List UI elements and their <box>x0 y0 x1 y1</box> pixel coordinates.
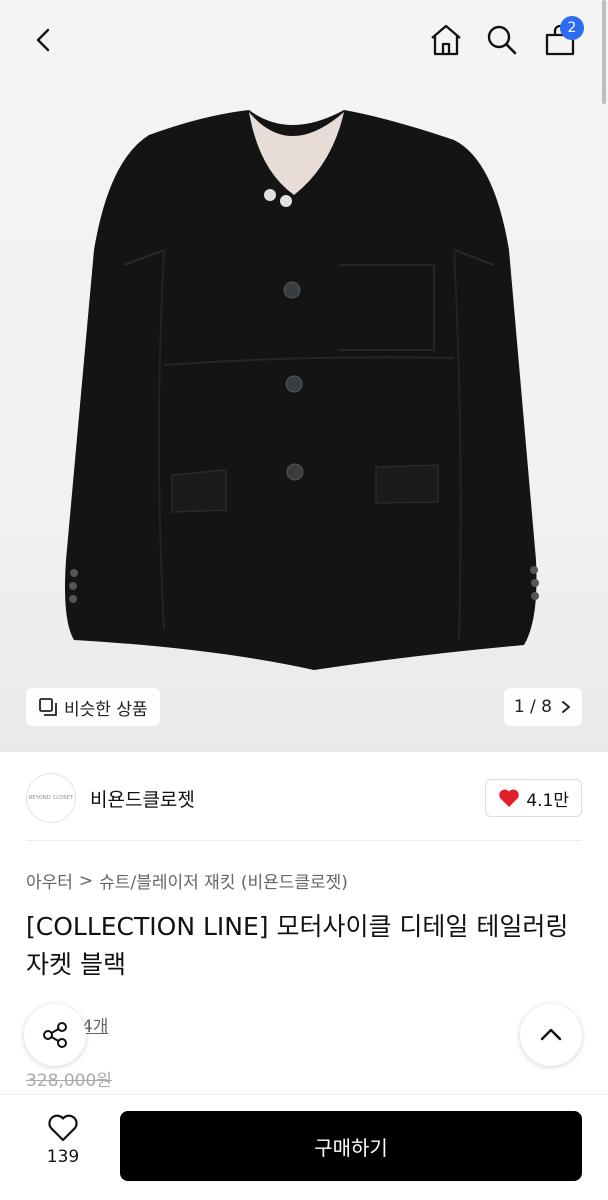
search-button[interactable] <box>480 18 524 62</box>
brand-name[interactable]: 비욘드클로젯 <box>90 785 195 812</box>
home-icon <box>431 24 461 56</box>
wishlist-button[interactable]: 139 <box>26 1113 100 1177</box>
copy-icon <box>39 698 57 716</box>
gallery-pager[interactable]: 1 / 8 <box>503 688 582 726</box>
brand-logo[interactable]: BEYOND CLOSET <box>26 773 76 823</box>
buy-button[interactable]: 구매하기 <box>120 1111 582 1181</box>
product-image-gallery[interactable]: 2 비슷한 상품 1 / 8 <box>0 0 608 752</box>
search-icon <box>487 25 517 55</box>
similar-products-label: 비슷한 상품 <box>64 699 148 720</box>
share-icon <box>43 1022 67 1048</box>
cart-count-badge: 2 <box>560 16 584 40</box>
wishlist-count: 139 <box>46 1147 80 1167</box>
breadcrumb-separator: > <box>78 870 94 891</box>
brand-logo-text: BEYOND CLOSET <box>28 795 74 801</box>
home-button[interactable] <box>424 18 468 62</box>
product-photo[interactable] <box>54 100 554 680</box>
heart-icon <box>48 1114 78 1142</box>
original-price: 328,000원 <box>26 1071 112 1091</box>
chevron-left-icon <box>36 28 50 52</box>
chevron-right-icon <box>562 701 570 713</box>
scrollbar[interactable] <box>602 0 606 104</box>
cart-button[interactable]: 2 <box>538 16 584 62</box>
brand-row: BEYOND CLOSET 비욘드클로젯 4.1만 <box>26 772 582 824</box>
breadcrumb-child[interactable]: 슈트/블레이저 재킷 (비욘드클로젯) <box>99 868 348 893</box>
brand-like-count: 4.1만 <box>526 790 569 811</box>
bottom-action-bar: 139 구매하기 <box>0 1094 608 1200</box>
divider <box>26 840 582 841</box>
similar-products-button[interactable]: 비슷한 상품 <box>26 688 160 726</box>
chevron-up-icon <box>540 1028 562 1041</box>
product-title: [COLLECTION LINE] 모터사이클 디테일 테일러링 자켓 블랙 <box>26 912 569 979</box>
scroll-to-top-button[interactable] <box>520 1004 582 1066</box>
brand-like-button[interactable]: 4.1만 <box>485 779 582 817</box>
back-button[interactable] <box>22 18 66 62</box>
share-button[interactable] <box>24 1004 86 1066</box>
breadcrumb: 아우터 > 슈트/블레이저 재킷 (비욘드클로젯) <box>26 868 348 894</box>
breadcrumb-parent[interactable]: 아우터 <box>26 868 73 893</box>
pager-text: 1 / 8 <box>513 697 552 717</box>
heart-filled-icon <box>499 789 520 807</box>
